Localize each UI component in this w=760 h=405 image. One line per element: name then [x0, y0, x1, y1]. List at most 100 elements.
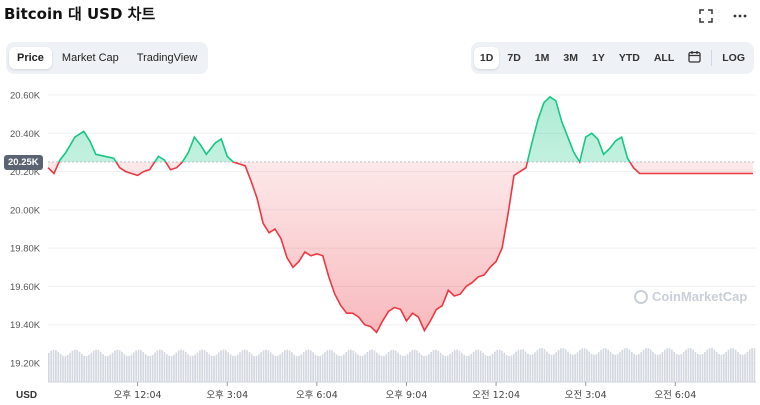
volume-bar: [380, 355, 383, 382]
volume-bar: [734, 349, 737, 382]
range-all[interactable]: ALL: [648, 47, 680, 69]
tab-market-cap[interactable]: Market Cap: [54, 47, 127, 69]
time-range-selector: 1D 7D 1M 3M 1Y YTD ALL LOG: [470, 42, 754, 74]
range-1y[interactable]: 1Y: [586, 47, 611, 69]
volume-bar: [73, 349, 76, 382]
fullscreen-icon[interactable]: [696, 6, 716, 26]
volume-bar: [291, 352, 293, 382]
volume-bar: [486, 356, 489, 382]
volume-bar: [508, 356, 510, 382]
volume-bar: [208, 354, 211, 382]
volume-bar: [267, 350, 270, 382]
volume-bar: [701, 354, 704, 382]
volume-bar: [269, 352, 272, 382]
volume-bar: [680, 354, 683, 382]
volume-bar: [55, 350, 57, 382]
volume-bar: [130, 354, 133, 382]
volume-bar: [309, 350, 312, 382]
y-tick-label: 19.80K: [10, 244, 41, 255]
volume-bar: [437, 350, 440, 382]
x-tick-label: 오전 3:04: [565, 390, 607, 401]
volume-bar: [50, 350, 53, 382]
volume-bar: [536, 350, 539, 382]
x-tick-label: 오전 6:04: [654, 390, 696, 401]
volume-bar: [718, 354, 720, 382]
volume-bar: [227, 352, 230, 382]
volume-bar: [682, 352, 685, 382]
volume-bar: [137, 349, 140, 382]
volume-bar: [668, 348, 671, 382]
volume-bar: [196, 352, 199, 382]
volume-bar: [81, 354, 83, 382]
volume-bar: [220, 350, 222, 382]
volume-bar: [543, 349, 546, 382]
price-chart[interactable]: 20.60K20.40K20.20K20.00K19.80K19.60K19.4…: [0, 80, 760, 405]
volume-bar: [69, 352, 71, 382]
volume-bar: [276, 355, 279, 382]
volume-bar: [78, 351, 81, 382]
range-3m[interactable]: 3M: [557, 47, 584, 69]
chart-title: Bitcoin 대 USD 차트: [4, 5, 156, 23]
more-icon[interactable]: [730, 6, 750, 26]
calendar-icon[interactable]: [682, 45, 707, 71]
volume-bar: [640, 352, 643, 382]
volume-bar: [706, 349, 709, 382]
range-1m[interactable]: 1M: [529, 47, 556, 69]
range-1d[interactable]: 1D: [473, 47, 500, 69]
range-7d[interactable]: 7D: [501, 47, 526, 69]
volume-bar: [725, 351, 727, 382]
volume-bar: [626, 348, 628, 382]
volume-bar: [579, 349, 581, 382]
volume-bar: [489, 355, 491, 382]
volume-bar: [258, 354, 260, 382]
coinmarketcap-watermark: CoinMarketCap: [634, 289, 747, 304]
volume-bar: [746, 351, 749, 382]
volume-bar: [305, 350, 307, 382]
chart-actions: [696, 6, 750, 26]
volume-bar: [338, 355, 340, 382]
volume-bar: [656, 354, 659, 382]
volume-bar: [411, 350, 414, 382]
log-toggle[interactable]: LOG: [716, 47, 751, 69]
volume-bar: [357, 354, 359, 382]
volume-bar: [317, 355, 319, 382]
volume-bar: [151, 354, 154, 382]
volume-bar: [189, 355, 192, 382]
tab-tradingview[interactable]: TradingView: [129, 47, 206, 69]
volume-bar: [581, 348, 584, 382]
volume-bar: [312, 352, 314, 382]
volume-bar: [491, 353, 494, 382]
volume-bar: [213, 355, 215, 382]
volume-bar: [628, 349, 631, 382]
volume-bar: [435, 349, 437, 382]
volume-bar: [697, 353, 699, 382]
volume-bar: [302, 352, 305, 382]
volume-bar: [524, 351, 527, 382]
volume-bar: [331, 350, 333, 382]
volume-bar: [364, 354, 366, 382]
volume-bar: [62, 355, 64, 382]
volume-bar: [321, 354, 324, 382]
volume-bar: [586, 349, 588, 382]
volume-bar: [236, 354, 239, 382]
volume-bar: [347, 350, 350, 382]
volume-bar: [593, 354, 595, 382]
volume-bar: [529, 354, 532, 382]
volume-bar: [512, 353, 515, 382]
volume-bar: [711, 348, 713, 382]
volume-bar: [76, 350, 78, 382]
volume-bar: [243, 349, 246, 382]
volume-bar: [248, 352, 251, 382]
volume-bar: [744, 353, 746, 382]
volume-bar: [600, 349, 602, 382]
volume-bar: [479, 350, 482, 382]
volume-bar: [371, 349, 373, 382]
tab-price[interactable]: Price: [9, 47, 52, 69]
volume-bar: [661, 352, 664, 382]
volume-bar: [590, 353, 593, 382]
volume-bar: [409, 351, 411, 382]
volume-bar: [199, 350, 201, 382]
volume-bar: [132, 352, 135, 382]
volume-bar: [104, 355, 107, 382]
range-ytd[interactable]: YTD: [613, 47, 646, 69]
